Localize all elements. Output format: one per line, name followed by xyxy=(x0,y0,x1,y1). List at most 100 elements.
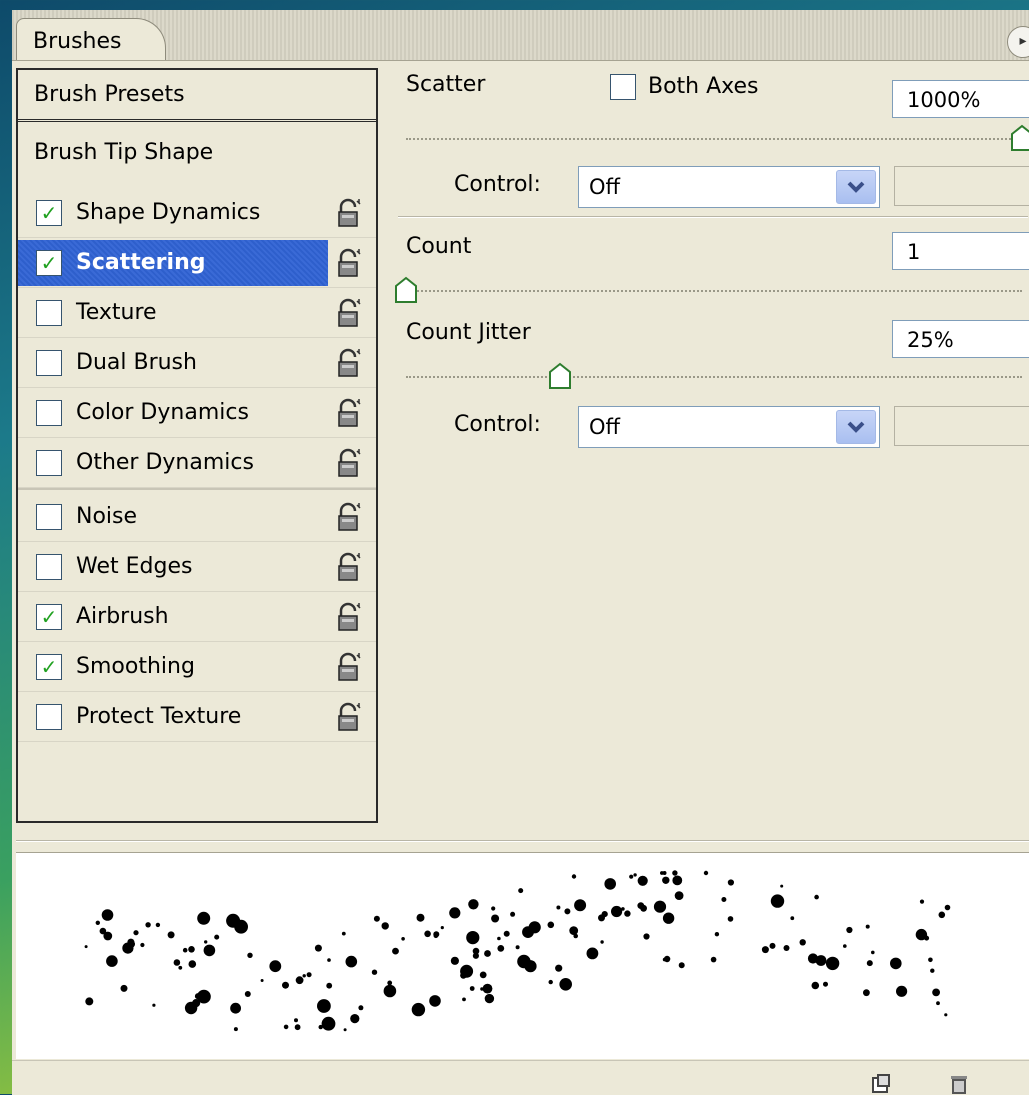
brush-dot xyxy=(440,926,444,930)
brush-dot xyxy=(302,974,306,978)
brush-dot xyxy=(197,911,211,925)
option-noise[interactable]: Noise xyxy=(18,494,376,542)
brush-tip-shape-item[interactable]: Brush Tip Shape xyxy=(34,140,213,165)
brush-dot xyxy=(915,928,928,941)
option-checkbox[interactable] xyxy=(36,400,62,426)
brush-dot xyxy=(944,904,951,911)
brush-dot xyxy=(569,926,579,935)
scatter-slider-thumb[interactable] xyxy=(1010,124,1029,152)
brush-dot xyxy=(106,955,118,967)
brush-dot xyxy=(598,914,605,922)
brush-dot xyxy=(528,921,541,934)
divider xyxy=(398,216,1028,218)
option-checkbox[interactable]: ✓ xyxy=(36,654,62,680)
lock-icon[interactable] xyxy=(336,602,362,632)
lock-icon[interactable] xyxy=(336,502,362,532)
brush-dot xyxy=(294,1024,301,1031)
brush-dot xyxy=(674,891,684,900)
brush-dot xyxy=(468,899,479,910)
brush-dot xyxy=(865,924,870,929)
divider xyxy=(16,840,1029,842)
count-slider-thumb[interactable] xyxy=(394,276,418,304)
brush-dot xyxy=(721,897,727,902)
option-dual-brush[interactable]: Dual Brush xyxy=(18,340,376,388)
brush-dot xyxy=(482,983,493,994)
count-label: Count xyxy=(406,234,472,259)
count-jitter-slider[interactable] xyxy=(406,376,1022,378)
brushes-panel: Brushes ▸ Brush Presets Brush Tip Shape … xyxy=(12,10,1029,1095)
scatter-value-field[interactable]: 1000% xyxy=(892,80,1029,118)
brush-dot xyxy=(871,950,875,955)
both-axes-checkbox[interactable] xyxy=(610,74,636,100)
option-checkbox[interactable] xyxy=(36,554,62,580)
brush-dot xyxy=(173,959,181,966)
count-jitter-control-select[interactable]: Off xyxy=(578,406,880,448)
lock-icon[interactable] xyxy=(336,652,362,682)
lock-icon[interactable] xyxy=(336,248,362,278)
brush-dot xyxy=(392,947,399,955)
brush-dot xyxy=(714,932,720,937)
lock-icon[interactable] xyxy=(336,348,362,378)
option-checkbox[interactable] xyxy=(36,450,62,476)
brush-dot xyxy=(611,905,623,918)
option-other-dynamics[interactable]: Other Dynamics xyxy=(18,440,376,488)
lock-icon[interactable] xyxy=(336,298,362,328)
brush-dot xyxy=(660,871,664,875)
count-jitter-slider-thumb[interactable] xyxy=(548,362,572,390)
option-checkbox[interactable]: ✓ xyxy=(36,604,62,630)
brush-presets-item[interactable]: Brush Presets xyxy=(18,70,376,122)
option-checkbox[interactable] xyxy=(36,350,62,376)
brush-options-list: Brush Presets Brush Tip Shape ✓ Shape Dyn… xyxy=(16,68,378,823)
option-airbrush[interactable]: ✓ Airbrush xyxy=(18,594,376,642)
lock-icon[interactable] xyxy=(336,398,362,428)
brush-dot xyxy=(524,960,537,973)
scatter-slider[interactable] xyxy=(406,138,1022,140)
count-slider[interactable] xyxy=(406,290,1022,292)
lock-icon[interactable] xyxy=(336,198,362,228)
brush-dot xyxy=(600,940,604,944)
option-smoothing[interactable]: ✓ Smoothing xyxy=(18,644,376,692)
brush-dot xyxy=(479,971,487,979)
chevron-down-icon[interactable] xyxy=(836,170,876,204)
lock-icon[interactable] xyxy=(336,448,362,478)
brush-dot xyxy=(387,980,393,986)
trash-icon[interactable] xyxy=(948,1073,970,1095)
brush-dot xyxy=(429,995,441,1007)
scatter-label: Scatter xyxy=(406,72,486,97)
brush-dot xyxy=(140,942,145,948)
count-value-field[interactable]: 1 xyxy=(892,232,1029,270)
scatter-control-select[interactable]: Off xyxy=(578,166,880,208)
option-checkbox[interactable] xyxy=(36,704,62,730)
count-jitter-value-field[interactable]: 25% xyxy=(892,320,1029,358)
option-wet-edges[interactable]: Wet Edges xyxy=(18,544,376,592)
brush-dot xyxy=(282,981,289,989)
option-checkbox[interactable] xyxy=(36,300,62,326)
lock-icon[interactable] xyxy=(336,552,362,582)
panel-menu-button[interactable]: ▸ xyxy=(1007,26,1029,58)
option-color-dynamics[interactable]: Color Dynamics xyxy=(18,390,376,438)
brush-dot xyxy=(283,1024,289,1030)
brush-dot xyxy=(919,899,925,904)
divider xyxy=(18,488,376,490)
option-protect-texture[interactable]: Protect Texture xyxy=(18,694,376,742)
tab-brushes[interactable]: Brushes xyxy=(16,18,166,60)
brush-dot xyxy=(371,969,378,975)
option-checkbox[interactable]: ✓ xyxy=(36,250,62,276)
brush-dot xyxy=(214,934,220,940)
option-checkbox[interactable]: ✓ xyxy=(36,200,62,226)
brush-dot xyxy=(462,997,466,1002)
lock-icon[interactable] xyxy=(336,702,362,732)
new-preset-icon[interactable] xyxy=(870,1073,892,1095)
brush-dot xyxy=(188,960,197,968)
option-scattering[interactable]: ✓ Scattering xyxy=(18,240,376,288)
chevron-down-icon[interactable] xyxy=(836,410,876,444)
option-shape-dynamics[interactable]: ✓ Shape Dynamics xyxy=(18,190,376,238)
brush-dot xyxy=(466,931,480,945)
brush-dot xyxy=(101,909,114,921)
brush-dot xyxy=(710,956,717,963)
option-checkbox[interactable] xyxy=(36,504,62,530)
brush-dot xyxy=(167,931,175,939)
brush-dot xyxy=(203,944,216,957)
option-texture[interactable]: Texture xyxy=(18,290,376,338)
brush-dot xyxy=(780,884,784,888)
